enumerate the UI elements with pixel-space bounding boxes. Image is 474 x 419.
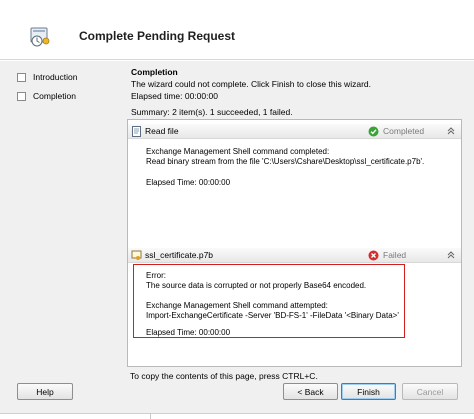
step-status: Completed [368,125,442,137]
completion-panel: Completion The wizard could not complete… [123,61,474,367]
elapsed-time: Elapsed time: 00:00:00 [131,91,218,101]
step-marker-icon [17,91,26,101]
certificate-file-icon [131,250,142,260]
step-header-read-file[interactable]: Read file Completed [128,124,461,139]
step-header-ssl-certificate[interactable]: ssl_certificate.p7b Failed [128,248,461,263]
back-button[interactable]: < Back [283,383,338,400]
step-status: Failed [368,249,442,261]
step-detail-line: Read binary stream from the file 'C:\Use… [146,157,425,166]
error-x-icon [368,250,379,260]
wizard-body: Introduction Completion Completion The w… [0,61,474,367]
collapse-chevron-icon[interactable] [446,126,456,136]
status-label: Completed [383,126,425,136]
step-name: Read file [145,126,179,136]
status-message: The wizard could not complete. Click Fin… [131,79,371,89]
summary-text: Summary: 2 item(s). 1 succeeded, 1 faile… [131,107,293,117]
step-name: ssl_certificate.p7b [145,250,214,260]
nav-item-label: Introduction [33,72,78,82]
wizard-header: Complete Pending Request [0,0,474,60]
success-check-icon [368,126,379,136]
status-strip [0,413,474,419]
wizard-steps-nav: Introduction Completion [0,61,123,367]
step-detail-line: Exchange Management Shell command comple… [146,147,330,156]
finish-button[interactable]: Finish [341,383,396,400]
copy-hint: To copy the contents of this page, press… [130,371,318,381]
wizard-title: Complete Pending Request [79,29,236,43]
document-icon [132,126,141,137]
nav-item-completion[interactable]: Completion [17,89,76,103]
help-button[interactable]: Help [17,383,73,400]
status-label: Failed [383,250,407,260]
collapse-chevron-icon[interactable] [446,250,456,260]
section-title: Completion [131,67,178,77]
cancel-button: Cancel [402,383,458,400]
strip-divider [150,413,151,419]
results-list[interactable]: Read file Completed Exchange Management … [127,119,462,367]
nav-item-label: Completion [33,91,76,101]
nav-item-introduction[interactable]: Introduction [17,70,77,84]
wizard-footer: To copy the contents of this page, press… [0,367,474,419]
certificate-wizard-icon [30,27,50,47]
error-highlight-box [133,264,405,338]
step-elapsed-line: Elapsed Time: 00:00:00 [146,178,231,187]
step-marker-icon [17,72,26,82]
